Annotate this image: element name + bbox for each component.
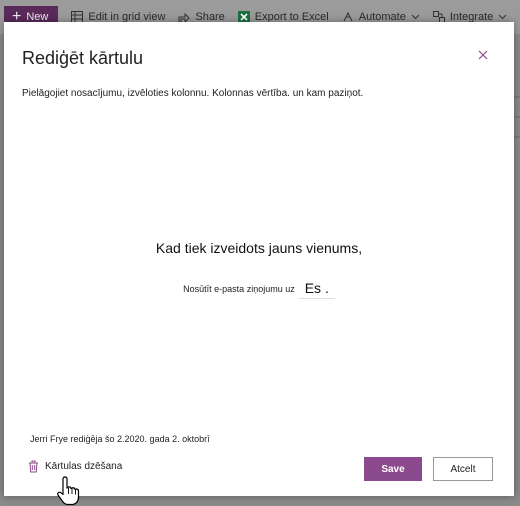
close-icon[interactable] <box>476 48 490 62</box>
delete-rule-label: Kārtulas dzēšana <box>45 461 123 472</box>
edit-rule-dialog: Rediģēt kārtulu Pielāgojiet nosacījumu, … <box>4 22 514 496</box>
chevron-down-icon <box>411 14 420 20</box>
recipient-selector[interactable]: Es . <box>298 278 335 299</box>
rule-action-row: Nosūtīt e-pasta ziņojumu uz Es . <box>4 278 514 299</box>
rule-action-text: Nosūtīt e-pasta ziņojumu uz <box>183 283 295 294</box>
chevron-down-icon <box>498 14 507 20</box>
edited-info: Jerri Frye rediģēja šo 2.2020. gada 2. o… <box>30 434 210 444</box>
delete-rule-link[interactable]: Kārtulas dzēšana <box>28 460 122 473</box>
dialog-description: Pielāgojiet nosacījumu, izvēloties kolon… <box>22 88 364 99</box>
hand-cursor-icon <box>57 476 80 506</box>
rule-condition: Kad tiek izveidots jauns vienums, <box>155 240 363 256</box>
dialog-title: Rediģēt kārtulu <box>22 48 144 68</box>
trash-icon <box>29 460 38 473</box>
save-button[interactable]: Save <box>364 457 422 481</box>
cancel-button[interactable]: Atcelt <box>433 457 493 481</box>
